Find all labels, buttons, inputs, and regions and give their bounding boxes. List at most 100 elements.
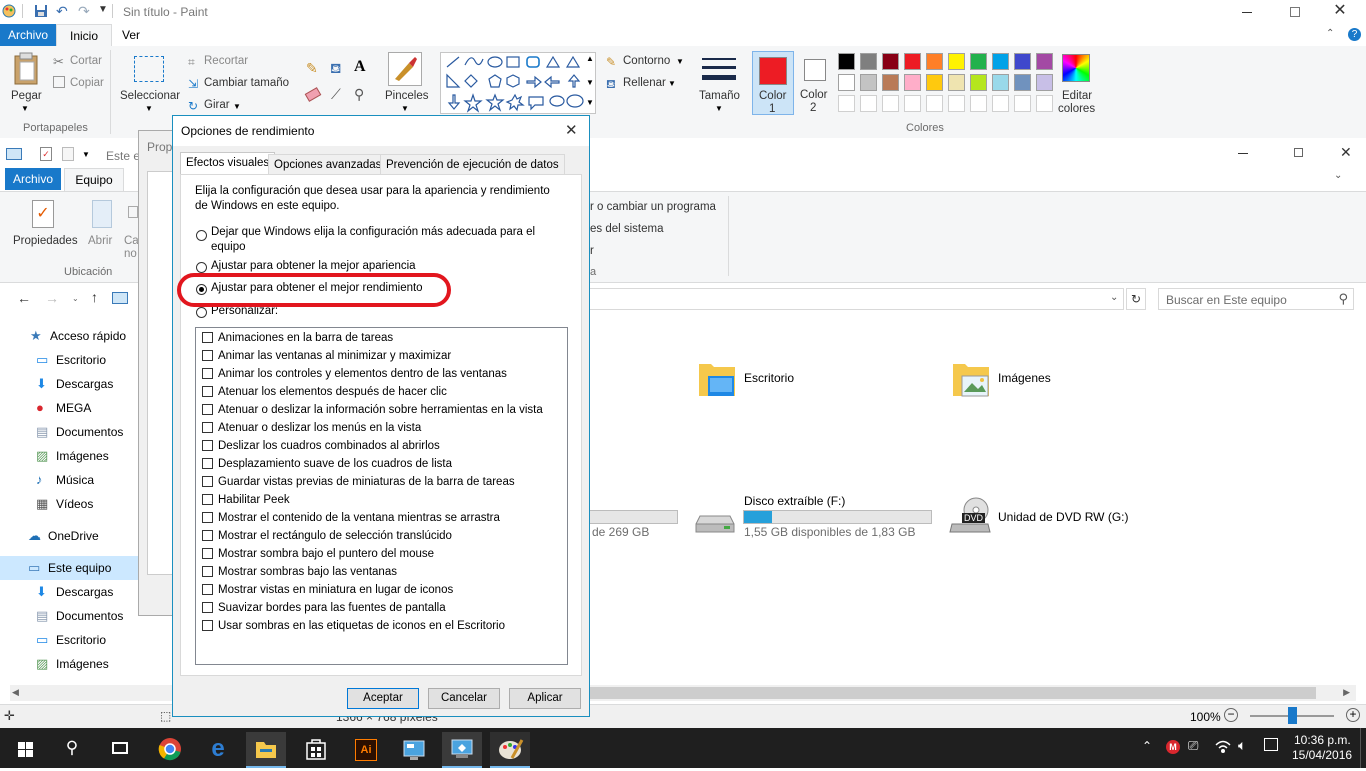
resize-button[interactable]: Cambiar tamaño — [204, 77, 289, 89]
scroll-right-icon[interactable]: ▶ — [1343, 687, 1350, 698]
checkbox-box[interactable] — [202, 602, 213, 613]
checkbox-box[interactable] — [202, 458, 213, 469]
palette-swatch[interactable] — [860, 95, 877, 112]
color2-selector[interactable]: Color 2 — [796, 51, 834, 115]
edit-colors-label-b[interactable]: colores — [1058, 103, 1095, 115]
palette-swatch[interactable] — [904, 74, 921, 91]
palette-swatch[interactable] — [838, 74, 855, 91]
tab-visual-effects[interactable]: Efectos visuales — [180, 152, 276, 175]
visual-effect-checkbox[interactable]: Atenuar los elementos después de hacer c… — [202, 383, 447, 401]
nav-item[interactable]: ● MEGA — [0, 396, 144, 420]
nav-item[interactable]: ▨ Imágenes — [0, 444, 144, 468]
fill-dropdown-icon[interactable]: ▼ — [668, 79, 676, 88]
checkbox-box[interactable] — [202, 476, 213, 487]
checkbox-box[interactable] — [202, 332, 213, 343]
clock-time[interactable]: 10:36 p.m. — [1294, 733, 1351, 747]
new-folder-qat-icon[interactable] — [62, 147, 74, 161]
refresh-icon[interactable]: ↻ — [1126, 288, 1146, 310]
show-desktop-button[interactable] — [1360, 728, 1366, 768]
paint-home-tab[interactable]: Inicio — [56, 24, 112, 47]
paste-button[interactable]: Pegar — [11, 90, 42, 102]
visual-effect-checkbox[interactable]: Guardar vistas previas de miniaturas de … — [202, 473, 515, 491]
visual-effect-checkbox[interactable]: Animar los controles y elementos dentro … — [202, 365, 507, 383]
removable-drive-icon[interactable] — [694, 510, 736, 536]
network-adapter-icon[interactable]: ⎚ — [1188, 738, 1198, 754]
text-tool-icon[interactable]: A — [354, 58, 366, 76]
cancel-button[interactable]: Cancelar — [428, 688, 500, 709]
checkbox-box[interactable] — [202, 548, 213, 559]
explorer-computer-tab[interactable]: Equipo — [64, 168, 124, 191]
nav-item[interactable]: ★ Acceso rápido — [0, 324, 144, 348]
fill-button[interactable]: Rellenar — [623, 77, 666, 89]
apply-button[interactable]: Aplicar — [509, 688, 581, 709]
properties-button[interactable]: Propiedades — [13, 235, 78, 247]
visual-effect-checkbox[interactable]: Deslizar los cuadros combinados al abrir… — [202, 437, 440, 455]
fill-bucket-icon[interactable]: ⛾ — [330, 60, 341, 79]
zoom-out-icon[interactable]: − — [1224, 708, 1238, 722]
open-button[interactable]: Abrir — [88, 235, 112, 247]
size-dropdown-icon[interactable]: ▼ — [715, 104, 723, 113]
manage-button-fragment[interactable]: r — [590, 245, 594, 257]
paste-dropdown-icon[interactable]: ▼ — [21, 104, 29, 113]
palette-swatch[interactable] — [838, 53, 855, 70]
control-panel-icon[interactable] — [394, 732, 434, 768]
palette-swatch[interactable] — [1014, 53, 1031, 70]
radio-let-windows-choose-label-1[interactable]: Dejar que Windows elija la configuración… — [211, 226, 535, 238]
store-icon[interactable] — [296, 732, 336, 768]
visual-effect-checkbox[interactable]: Desplazamiento suave de los cuadros de l… — [202, 455, 452, 473]
cut-button[interactable]: Cortar — [70, 55, 102, 67]
rename-icon[interactable] — [128, 206, 138, 218]
outline-dropdown-icon[interactable]: ▼ — [676, 57, 684, 66]
illustrator-icon[interactable]: Ai — [346, 732, 386, 768]
up-icon[interactable]: ↑ — [91, 289, 98, 305]
explorer-file-tab[interactable]: Archivo — [5, 168, 61, 190]
help-icon[interactable]: ? — [1348, 28, 1361, 41]
crop-button[interactable]: Recortar — [204, 55, 248, 67]
tab-advanced-options[interactable]: Opciones avanzadas — [268, 154, 388, 174]
visual-effect-checkbox[interactable]: Mostrar el contenido de la ventana mient… — [202, 509, 500, 527]
palette-swatch[interactable] — [948, 74, 965, 91]
palette-swatch[interactable] — [970, 74, 987, 91]
zoom-slider-thumb[interactable] — [1288, 707, 1297, 724]
palette-swatch[interactable] — [1036, 53, 1053, 70]
palette-swatch[interactable] — [838, 95, 855, 112]
minimize-icon[interactable] — [1238, 153, 1248, 154]
ribbon-expand-icon[interactable]: ⌄ — [1334, 170, 1342, 181]
radio-let-windows-choose-label-2[interactable]: equipo — [211, 241, 246, 253]
ok-button[interactable]: Aceptar — [347, 688, 419, 709]
rotate-icon[interactable]: ↻ — [188, 99, 198, 113]
nav-item[interactable]: ▨ Imágenes — [0, 652, 144, 676]
properties-icon[interactable]: ✓ — [32, 200, 54, 228]
palette-swatch[interactable] — [1036, 74, 1053, 91]
checkbox-box[interactable] — [202, 440, 213, 451]
palette-swatch[interactable] — [992, 74, 1009, 91]
close-icon[interactable]: ✕ — [1340, 144, 1352, 161]
paint-app-icon[interactable] — [2, 4, 16, 18]
palette-swatch[interactable] — [860, 53, 877, 70]
shapes-scroll-up-icon[interactable]: ▲ — [586, 54, 594, 63]
paint-file-tab[interactable]: Archivo — [0, 24, 56, 46]
zoom-in-icon[interactable]: + — [1346, 708, 1360, 722]
task-view-icon[interactable] — [100, 732, 140, 768]
scroll-thumb[interactable] — [590, 687, 1316, 699]
properties-qat-icon[interactable]: ✓ — [40, 147, 52, 161]
select-dropdown-icon[interactable]: ▼ — [145, 104, 153, 113]
address-dropdown-icon[interactable]: ⌄ — [1110, 292, 1118, 303]
outline-button[interactable]: Contorno — [623, 55, 670, 67]
scroll-left-icon[interactable]: ◀ — [12, 687, 19, 698]
address-bar[interactable] — [588, 288, 1124, 310]
dvd-drive-icon[interactable]: DVD — [948, 496, 992, 536]
shapes-scroll-down-icon[interactable]: ▼ — [586, 78, 594, 87]
palette-swatch[interactable] — [882, 74, 899, 91]
palette-swatch[interactable] — [970, 95, 987, 112]
palette-swatch[interactable] — [882, 53, 899, 70]
search-icon[interactable]: ⚲ — [52, 732, 92, 768]
close-icon[interactable]: ✕ — [1322, 0, 1358, 22]
select-button[interactable]: Seleccionar — [120, 90, 180, 102]
rotate-dropdown-icon[interactable]: ▼ — [233, 102, 241, 111]
file-explorer-icon[interactable] — [246, 732, 286, 768]
radio-custom[interactable] — [196, 307, 207, 318]
visual-effect-checkbox[interactable]: Atenuar o deslizar la información sobre … — [202, 401, 543, 419]
clock-date[interactable]: 15/04/2016 — [1292, 748, 1352, 762]
qat-customize-icon[interactable]: ▼ — [82, 150, 90, 159]
